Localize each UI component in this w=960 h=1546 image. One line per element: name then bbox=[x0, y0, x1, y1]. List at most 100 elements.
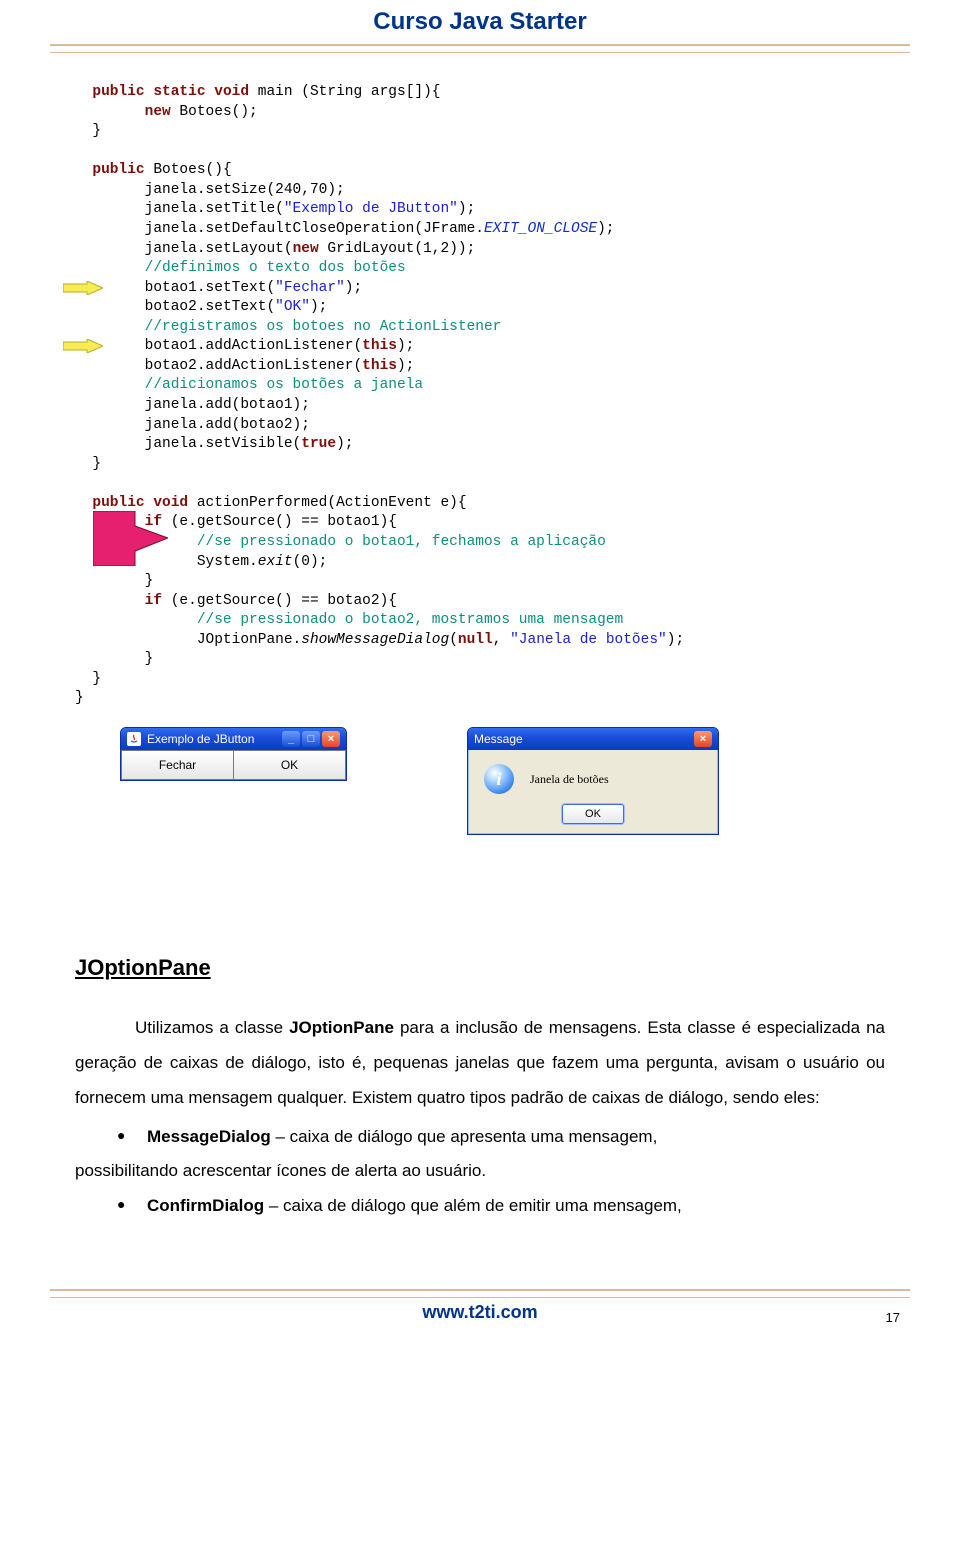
dialog-body: i Janela de botões bbox=[468, 750, 718, 804]
keyword: public bbox=[92, 162, 144, 178]
code-text: (e.getSource() == botao2){ bbox=[162, 593, 397, 609]
keyword: static bbox=[153, 84, 205, 100]
maximize-button[interactable]: □ bbox=[302, 731, 320, 747]
code-text: ); bbox=[667, 632, 684, 648]
minimize-button[interactable]: _ bbox=[282, 731, 300, 747]
code-text: janela.add(botao2); bbox=[145, 417, 310, 433]
list-text-cont: possibilitando acrescentar ícones de ale… bbox=[75, 1154, 885, 1189]
code-text: JOptionPane. bbox=[197, 632, 301, 648]
close-button[interactable]: × bbox=[322, 731, 340, 747]
keyword: void bbox=[153, 495, 188, 511]
java-icon bbox=[127, 732, 141, 746]
code-text: janela.setLayout( bbox=[145, 241, 293, 257]
titlebar-buttons: _ □ × bbox=[282, 731, 340, 747]
code-text: janela.setDefaultCloseOperation(JFrame. bbox=[145, 221, 484, 237]
comment: //se pressionado o botao2, mostramos uma… bbox=[197, 612, 623, 628]
code-text: System. bbox=[197, 554, 258, 570]
code-text: ); bbox=[597, 221, 614, 237]
titlebar: Message × bbox=[468, 728, 718, 750]
code-text: ); bbox=[458, 201, 475, 217]
code-text: ); bbox=[397, 338, 414, 354]
window-body: Fechar OK bbox=[121, 750, 346, 780]
window-title: Exemplo de JButton bbox=[147, 732, 254, 746]
static-call: showMessageDialog bbox=[301, 632, 449, 648]
code-text: GridLayout(1,2)); bbox=[319, 241, 476, 257]
yellow-arrow-icon bbox=[63, 339, 103, 353]
code-text: janela.setTitle( bbox=[145, 201, 284, 217]
code-text: janela.add(botao1); bbox=[145, 397, 310, 413]
titlebar: Exemplo de JButton _ □ × bbox=[121, 728, 346, 750]
list-item: MessageDialog – caixa de diálogo que apr… bbox=[147, 1120, 885, 1190]
page-footer: www.t2ti.com 17 bbox=[0, 1289, 960, 1335]
code-text: (0); bbox=[293, 554, 328, 570]
window-title: Message bbox=[474, 732, 523, 746]
ok-button[interactable]: OK bbox=[562, 804, 624, 824]
header-rule bbox=[50, 44, 910, 53]
code-text: janela.setSize(240,70); bbox=[145, 182, 345, 198]
page: Curso Java Starter public static void ma… bbox=[0, 0, 960, 1335]
code-text: janela.setVisible( bbox=[145, 436, 302, 452]
code-text: ); bbox=[336, 436, 353, 452]
code-text: } bbox=[92, 123, 101, 139]
code-text: } bbox=[145, 573, 154, 589]
keyword: public bbox=[92, 84, 144, 100]
class-name: JOptionPane bbox=[289, 1018, 394, 1037]
example-window: Exemplo de JButton _ □ × Fechar OK bbox=[120, 727, 347, 781]
code-text: ); bbox=[397, 358, 414, 374]
keyword: null bbox=[458, 632, 493, 648]
keyword: if bbox=[145, 593, 162, 609]
dialog-text: Janela de botões bbox=[530, 772, 609, 787]
content: public static void main (String args[]){… bbox=[75, 83, 885, 1224]
comment: //se pressionado o botao1, fechamos a ap… bbox=[197, 534, 606, 550]
page-header: Curso Java Starter bbox=[0, 0, 960, 36]
message-dialog: Message × i Janela de botões OK bbox=[467, 727, 719, 835]
code-text: } bbox=[92, 456, 101, 472]
string: "Exemplo de JButton" bbox=[284, 201, 458, 217]
code-text: (e.getSource() == botao1){ bbox=[162, 514, 397, 530]
keyword: new bbox=[293, 241, 319, 257]
code-text: } bbox=[75, 690, 84, 706]
keyword: true bbox=[301, 436, 336, 452]
string: "Fechar" bbox=[275, 280, 345, 296]
page-title: Curso Java Starter bbox=[373, 8, 586, 35]
code-text: botao1.setText( bbox=[145, 280, 276, 296]
comment: //adicionamos os botões a janela bbox=[145, 377, 423, 393]
static-call: exit bbox=[258, 554, 293, 570]
section-paragraph: Utilizamos a classe JOptionPane para a i… bbox=[75, 1011, 885, 1116]
yellow-arrow-icon bbox=[63, 281, 103, 295]
code-text: botao2.addActionListener( bbox=[145, 358, 363, 374]
string: "Janela de botões" bbox=[510, 632, 667, 648]
dialog-footer: OK bbox=[468, 804, 718, 834]
constant: EXIT_ON_CLOSE bbox=[484, 221, 597, 237]
keyword: public bbox=[92, 495, 144, 511]
screenshots-row: Exemplo de JButton _ □ × Fechar OK Messa… bbox=[120, 727, 885, 835]
code-text: , bbox=[493, 632, 510, 648]
keyword: this bbox=[362, 358, 397, 374]
code-text: main (String args[]){ bbox=[249, 84, 440, 100]
code-text: botao1.addActionListener( bbox=[145, 338, 363, 354]
footer-rule bbox=[50, 1289, 910, 1298]
ok-button[interactable]: OK bbox=[234, 750, 346, 780]
page-number: 17 bbox=[886, 1310, 900, 1325]
code-text: Botoes(){ bbox=[145, 162, 232, 178]
titlebar-buttons: × bbox=[694, 731, 712, 747]
footer-link[interactable]: www.t2ti.com bbox=[422, 1302, 537, 1322]
dialog-type-name: ConfirmDialog bbox=[147, 1196, 264, 1215]
code-text: } bbox=[145, 651, 154, 667]
code-text: ); bbox=[345, 280, 362, 296]
comment: //definimos o texto dos botões bbox=[145, 260, 406, 276]
fechar-button[interactable]: Fechar bbox=[121, 750, 234, 780]
code-text: ); bbox=[310, 299, 327, 315]
comment: //registramos os botoes no ActionListene… bbox=[145, 319, 502, 335]
info-icon: i bbox=[484, 764, 514, 794]
dialog-types-list: MessageDialog – caixa de diálogo que apr… bbox=[75, 1120, 885, 1225]
section-heading: JOptionPane bbox=[75, 955, 885, 981]
red-arrow-icon bbox=[93, 511, 168, 566]
code-block: public static void main (String args[]){… bbox=[75, 83, 885, 709]
code-text: botao2.setText( bbox=[145, 299, 276, 315]
keyword: this bbox=[362, 338, 397, 354]
dialog-type-name: MessageDialog bbox=[147, 1127, 271, 1146]
string: "OK" bbox=[275, 299, 310, 315]
code-text: ( bbox=[449, 632, 458, 648]
close-button[interactable]: × bbox=[694, 731, 712, 747]
